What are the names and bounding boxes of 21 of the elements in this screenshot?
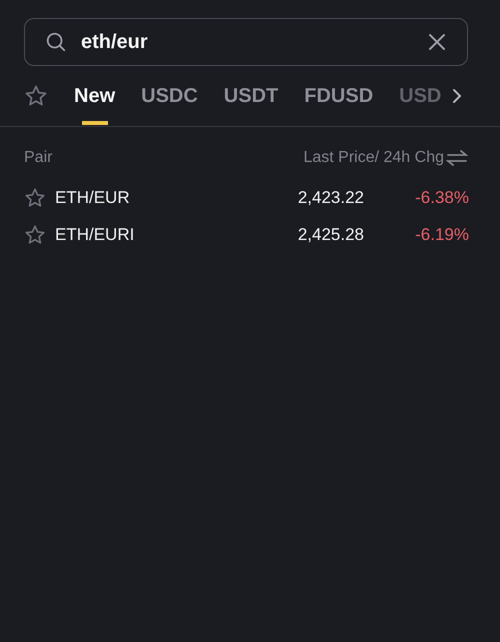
column-header: Last Price/ 24h Chg xyxy=(303,149,444,167)
swap-icon[interactable] xyxy=(446,149,468,167)
favorite-star-icon[interactable] xyxy=(24,224,46,246)
last-price: 2,425.28 xyxy=(296,224,364,244)
chevron-right-icon[interactable] xyxy=(451,87,464,105)
last-price: 2,423.22 xyxy=(296,188,364,208)
close-icon[interactable] xyxy=(427,32,447,52)
price-change: -6.38% xyxy=(414,188,469,208)
search-input[interactable]: eth/eur xyxy=(81,30,413,54)
search-box[interactable]: eth/eur xyxy=(24,18,468,66)
price-change: -6.19% xyxy=(414,224,469,244)
star-icon[interactable] xyxy=(24,84,48,108)
column-header: Pair xyxy=(24,149,52,167)
tab[interactable]: USDC xyxy=(141,66,198,126)
pair-name[interactable]: ETH/EURI xyxy=(55,224,244,244)
favorite-star-icon[interactable] xyxy=(24,186,46,208)
tab[interactable]: USDT xyxy=(224,66,278,126)
pair-name[interactable]: ETH/EUR xyxy=(55,188,244,208)
tab[interactable]: New xyxy=(74,66,116,126)
tab[interactable]: FDUSD xyxy=(304,66,374,126)
search-icon xyxy=(45,31,67,53)
